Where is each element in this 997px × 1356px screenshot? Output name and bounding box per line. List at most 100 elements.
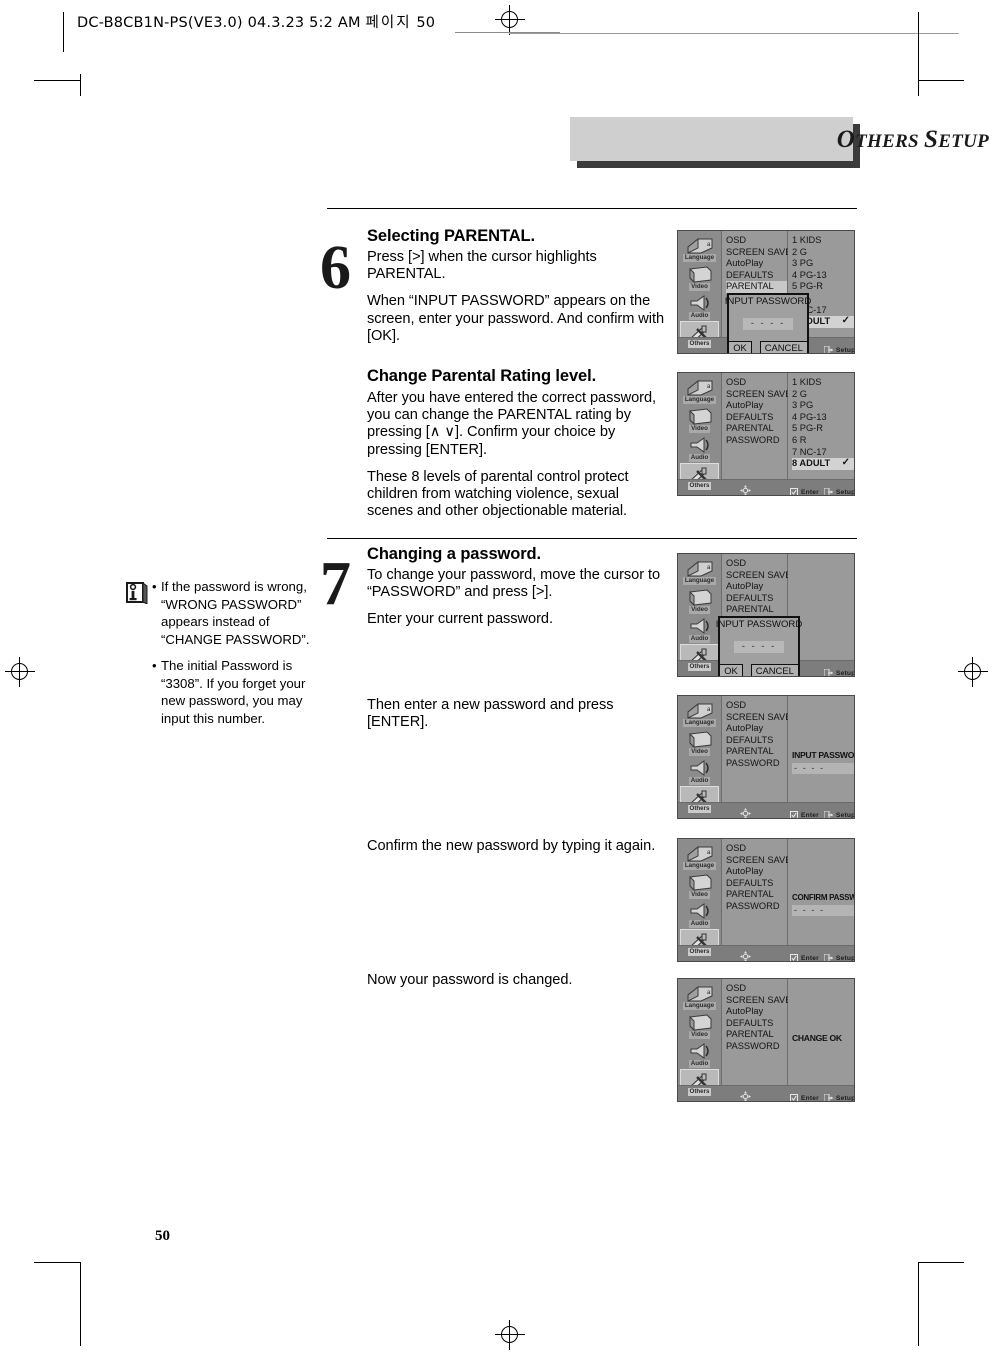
osd-screen-input-password[interactable]: a Language Video Audio Others OSD SCREEN…: [677, 695, 855, 819]
sidebar-item-video[interactable]: Video: [680, 405, 719, 433]
rating-option[interactable]: 1 KIDS: [792, 377, 854, 389]
menu-item-autoplay[interactable]: AutoPlay: [726, 400, 787, 412]
enter-shortcut[interactable]: Enter: [790, 1089, 819, 1101]
sidebar-item-audio[interactable]: Audio: [680, 292, 719, 320]
enter-shortcut[interactable]: Enter: [790, 806, 819, 818]
menu-item-parental[interactable]: PARENTAL: [726, 281, 787, 293]
rating-option[interactable]: 5 PG-R: [792, 423, 854, 435]
ok-button[interactable]: OK: [719, 664, 743, 676]
sidebar-item-audio[interactable]: Audio: [680, 757, 719, 785]
menu-item-osd[interactable]: OSD: [726, 377, 787, 389]
menu-item-osd[interactable]: OSD: [726, 558, 787, 570]
ok-button[interactable]: OK: [728, 341, 752, 353]
bullet-icon: •: [152, 579, 157, 594]
menu-item-defaults[interactable]: DEFAULTS: [726, 735, 787, 747]
menu-item-password[interactable]: PASSWORD: [726, 435, 787, 447]
menu-item-autoplay[interactable]: AutoPlay: [726, 723, 787, 735]
menu-item-screen-saver[interactable]: SCREEN SAVER: [726, 570, 798, 582]
enter-shortcut[interactable]: Enter: [790, 483, 819, 495]
menu-item-defaults[interactable]: DEFAULTS: [726, 1018, 787, 1030]
rating-option[interactable]: 6 R: [792, 435, 854, 447]
sidebar-item-language[interactable]: a Language: [680, 376, 719, 404]
menu-item-screen-saver[interactable]: SCREEN SAVER: [726, 389, 798, 401]
password-input[interactable]: - - - -: [743, 318, 793, 330]
menu-item-password[interactable]: PASSWORD: [726, 1041, 787, 1053]
page-title-rest-1: THERS: [855, 131, 924, 152]
rating-option[interactable]: 4 PG-13: [792, 412, 854, 424]
menu-item-autoplay[interactable]: AutoPlay: [726, 258, 787, 270]
setup-shortcut[interactable]: Setup: [823, 341, 854, 353]
rating-option-selected[interactable]: 8 ADULT ✓: [792, 457, 854, 470]
password-input[interactable]: - - - -: [792, 763, 854, 774]
sidebar-item-audio[interactable]: Audio: [680, 434, 719, 462]
cancel-button[interactable]: CANCEL: [750, 664, 799, 676]
sidebar-item-language[interactable]: a Language: [680, 557, 719, 585]
enter-shortcut[interactable]: Enter: [790, 949, 819, 961]
menu-item-screen-saver[interactable]: SCREEN SAVER: [726, 995, 798, 1007]
menu-item-osd[interactable]: OSD: [726, 843, 787, 855]
menu-item-screen-saver[interactable]: SCREEN SAVER: [726, 247, 798, 259]
rating-option[interactable]: 3 PG: [792, 258, 854, 270]
menu-item-password[interactable]: PASSWORD: [726, 901, 787, 913]
sidebar-item-audio[interactable]: Audio: [680, 615, 719, 643]
exit-arrow-icon: [823, 1089, 833, 1101]
menu-item-parental[interactable]: PARENTAL: [726, 423, 787, 435]
crop-mark-br-h: [918, 1262, 964, 1263]
rating-option[interactable]: 3 PG: [792, 400, 854, 412]
rating-option[interactable]: 2 G: [792, 389, 854, 401]
sidebar-item-video[interactable]: Video: [680, 586, 719, 614]
osd-screen-password-dialog[interactable]: a Language Video Audio Others OSD SCREEN…: [677, 553, 855, 677]
password-input[interactable]: - - - -: [792, 905, 854, 916]
sidebar-item-language[interactable]: a Language: [680, 699, 719, 727]
menu-item-autoplay[interactable]: AutoPlay: [726, 1006, 787, 1018]
menu-item-screen-saver[interactable]: SCREEN SAVER: [726, 855, 798, 867]
menu-item-parental[interactable]: PARENTAL: [726, 889, 787, 901]
step-6-sub-body: Change Parental Rating level. After you …: [367, 367, 667, 531]
osd-screen-confirm-password[interactable]: a Language Video Audio Others OSD SCREEN…: [677, 838, 855, 962]
sidebar-item-audio[interactable]: Audio: [680, 1040, 719, 1068]
sidebar-item-video[interactable]: Video: [680, 871, 719, 899]
osd-screen-change-ok[interactable]: a Language Video Audio Others OSD SCREEN…: [677, 978, 855, 1102]
osd-screen-parental-ratings[interactable]: a Language Video Audio Others OSD SCREEN…: [677, 372, 855, 496]
step-6-body: Selecting PARENTAL. Press [>] when the c…: [367, 227, 667, 355]
sidebar-item-video[interactable]: Video: [680, 1011, 719, 1039]
input-password-dialog[interactable]: INPUT PASSWORD - - - - OK CANCEL: [725, 293, 811, 353]
setup-shortcut[interactable]: Setup: [823, 806, 854, 818]
menu-item-osd[interactable]: OSD: [726, 700, 787, 712]
sidebar-item-video[interactable]: Video: [680, 263, 719, 291]
menu-item-autoplay[interactable]: AutoPlay: [726, 581, 787, 593]
menu-item-autoplay[interactable]: AutoPlay: [726, 866, 787, 878]
menu-item-defaults[interactable]: DEFAULTS: [726, 412, 787, 424]
menu-item-osd[interactable]: OSD: [726, 235, 787, 247]
setup-shortcut[interactable]: Setup: [823, 483, 854, 495]
osd-screen-parental-dialog[interactable]: a Language Video Audio Others OSD SCREEN…: [677, 230, 855, 354]
cancel-button[interactable]: CANCEL: [759, 341, 808, 353]
sidebar-item-label: Others: [687, 482, 712, 490]
menu-item-parental[interactable]: PARENTAL: [726, 604, 787, 616]
setup-shortcut[interactable]: Setup: [823, 664, 854, 676]
rating-option[interactable]: 5 PG-R: [792, 281, 854, 293]
menu-item-defaults[interactable]: DEFAULTS: [726, 593, 787, 605]
sidebar-item-audio[interactable]: Audio: [680, 900, 719, 928]
password-input[interactable]: - - - -: [734, 641, 784, 653]
menu-item-screen-saver[interactable]: SCREEN SAVER: [726, 712, 798, 724]
menu-item-defaults[interactable]: DEFAULTS: [726, 270, 787, 282]
rating-option[interactable]: 1 KIDS: [792, 235, 854, 247]
menu-item-parental[interactable]: PARENTAL: [726, 1029, 787, 1041]
print-slug-text: DC-B8CB1N-PS(VE3.0) 04.3.23 5:2 AM: [77, 15, 361, 31]
rating-option[interactable]: 2 G: [792, 247, 854, 259]
menu-item-defaults[interactable]: DEFAULTS: [726, 878, 787, 890]
menu-item-password[interactable]: PASSWORD: [726, 758, 787, 770]
exit-arrow-icon: [823, 949, 833, 961]
sidebar-item-video[interactable]: Video: [680, 728, 719, 756]
sidebar-item-language[interactable]: a Language: [680, 842, 719, 870]
sidebar-item-language[interactable]: a Language: [680, 234, 719, 262]
rating-option[interactable]: 4 PG-13: [792, 270, 854, 282]
input-password-dialog[interactable]: INPUT PASSWORD - - - - OK CANCEL: [716, 616, 802, 676]
sidebar-item-language[interactable]: a Language: [680, 982, 719, 1010]
setup-shortcut[interactable]: Setup: [823, 1089, 854, 1101]
setup-shortcut[interactable]: Setup: [823, 949, 854, 961]
osd-right-pane: CHANGE OK: [788, 979, 854, 1085]
menu-item-parental[interactable]: PARENTAL: [726, 746, 787, 758]
menu-item-osd[interactable]: OSD: [726, 983, 787, 995]
